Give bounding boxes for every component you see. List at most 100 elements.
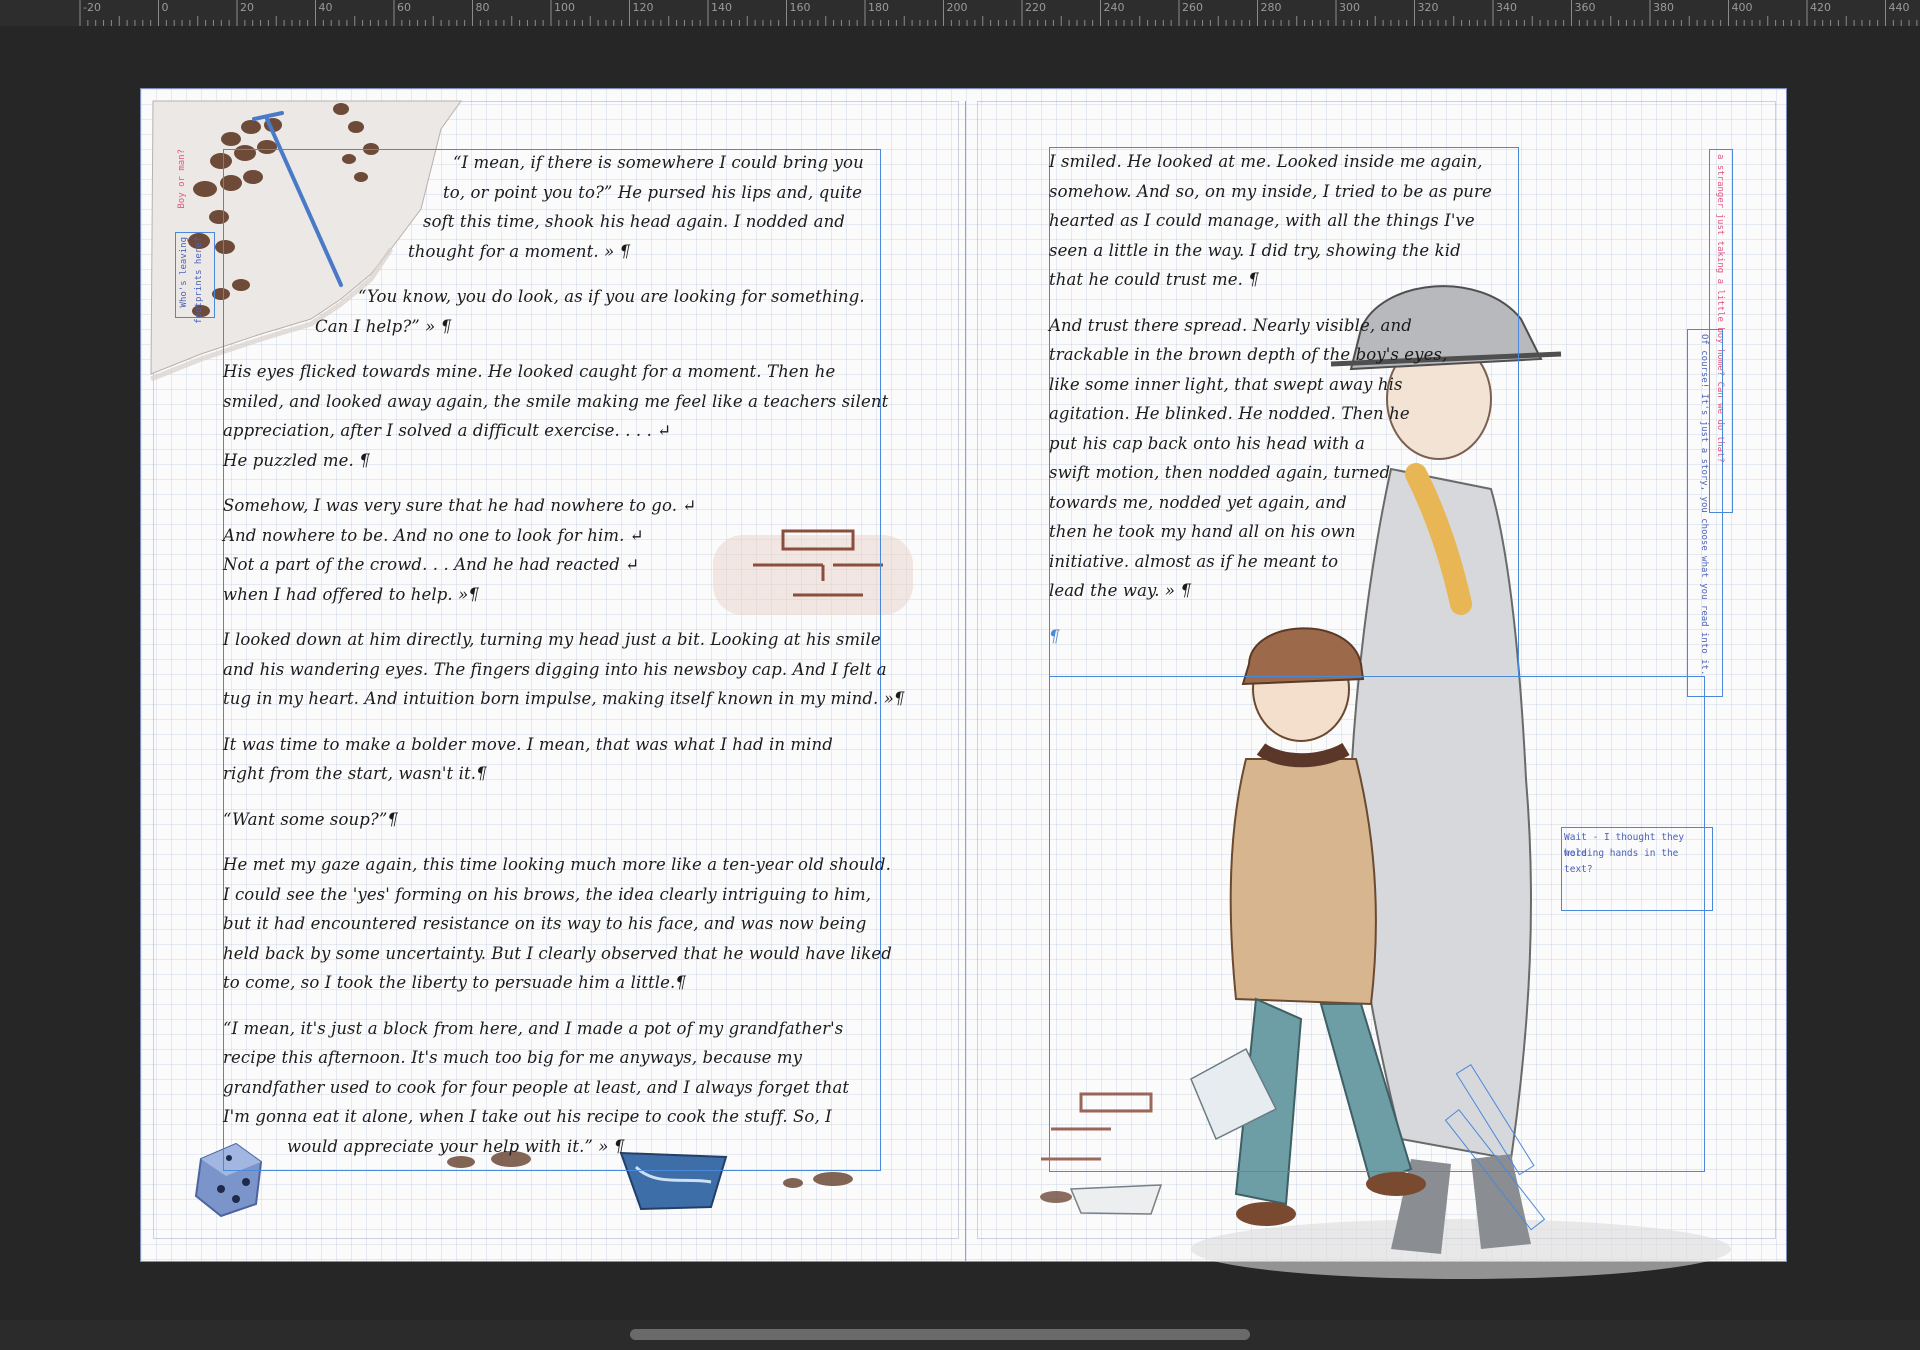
ruler-label: 280 (1260, 1, 1282, 14)
text-line: I looked down at him directly, turning m… (223, 630, 881, 649)
right-story-text[interactable]: I smiled. He looked at me. Looked inside… (1049, 147, 1529, 667)
text-line: but it had encountered resistance on its… (223, 914, 867, 933)
left-paragraph-3: His eyes flicked towards mine. He looked… (223, 357, 889, 475)
left-paragraph-8: He met my gaze again, this time looking … (223, 850, 892, 998)
text-line: towards me, nodded yet again, and (1049, 492, 1347, 512)
note-frame-of-course[interactable]: Of course! It's just a story, you choose… (1687, 329, 1723, 697)
ruler-label: 0 (161, 1, 169, 14)
ruler-label: 180 (868, 1, 889, 14)
ruler-label: -20 (83, 1, 101, 14)
ruler-label: 140 (711, 1, 732, 14)
text-line: would appreciate your help with it.” » ¶ (287, 1136, 625, 1156)
text-line: recipe this afternoon. It's much too big… (223, 1048, 803, 1067)
text-line: that he could trust me. ¶ (1049, 270, 1259, 289)
ruler-label: 120 (632, 1, 654, 14)
ruler-label: 260 (1182, 1, 1203, 14)
text-line: lead the way. » ¶ (1049, 581, 1192, 600)
text-line: swift motion, then nodded again, turned (1049, 463, 1391, 482)
text-line: trackable in the brown depth of the boy'… (1049, 345, 1448, 364)
left-paragraph-1: “I mean, if there is somewhere I could b… (223, 148, 883, 266)
text-line: somehow. And so, on my inside, I tried t… (1049, 181, 1492, 201)
text-line: “I mean, it's just a block from here, an… (223, 1018, 844, 1038)
text-line: held back by some uncertainty. But I cle… (223, 943, 892, 963)
note-whos-leaving: Who's leaving (179, 237, 189, 308)
left-paragraph-5: I looked down at him directly, turning m… (223, 625, 905, 714)
text-line: initiative. almost as if he meant to (1049, 551, 1339, 571)
note-boy-or-man[interactable]: Boy or man? (177, 149, 187, 209)
text-line: His eyes flicked towards mine. He looked… (223, 362, 836, 381)
left-paragraph-7: “Want some soup?”¶ (223, 805, 883, 835)
ruler-label: 300 (1339, 1, 1360, 14)
right-text-frame-bottom[interactable] (1049, 676, 1705, 1172)
ruler-label: 100 (554, 1, 575, 14)
text-line: right from the start, wasn't it.¶ (223, 764, 487, 783)
text-line: agitation. He blinked. He nodded. Then h… (1049, 404, 1410, 423)
text-line: And trust there spread. Nearly visible, … (1049, 315, 1412, 335)
left-paragraph-6: It was time to make a bolder move. I mea… (223, 730, 883, 789)
text-line: He met my gaze again, this time looking … (223, 855, 891, 874)
text-line: Not a part of the crowd. . . And he had … (223, 555, 640, 574)
left-paragraph-9: “I mean, it's just a block from here, an… (223, 1014, 883, 1162)
ruler-label: 320 (1417, 1, 1439, 14)
text-line: ¶ (1049, 626, 1060, 646)
newspaper-icon (1069, 1184, 1163, 1215)
text-line: “You know, you do look, as if you are lo… (358, 287, 865, 306)
ruler-label: 20 (240, 1, 254, 14)
left-paragraph-4: Somehow, I was very sure that he had now… (223, 491, 883, 609)
note-of-course-reply: Of course! It's just a story, you choose… (1699, 334, 1709, 676)
page-gutter (965, 101, 966, 1261)
text-line: seen a little in the way. I did try, sho… (1049, 240, 1461, 260)
text-line: appreciation, after I solved a difficult… (223, 421, 672, 440)
text-line: I'm gonna eat it alone, when I take out … (223, 1107, 832, 1126)
ruler-label: 200 (946, 1, 968, 14)
horizontal-scrollbar[interactable] (0, 1320, 1920, 1350)
text-line: “I mean, if there is somewhere I could b… (453, 153, 864, 172)
text-line: when I had offered to help. »¶ (223, 584, 479, 604)
text-line: He puzzled me. ¶ (223, 450, 370, 470)
document-canvas[interactable]: Boy or man? Who's leaving footprints her… (0, 26, 1920, 1320)
text-line: to come, so I took the liberty to persua… (223, 973, 686, 992)
text-line: thought for a moment. » ¶ (408, 241, 631, 261)
right-paragraph-2: And trust there spread. Nearly visible, … (1049, 311, 1529, 606)
text-line: then he took my hand all on his own (1049, 522, 1356, 541)
note-frame-footprints[interactable]: Who's leaving footprints here? (175, 232, 215, 324)
text-line: And nowhere to be. And no one to look fo… (223, 525, 644, 545)
text-line: put his cap back onto his head with a (1049, 433, 1365, 453)
text-line: Can I help?” » ¶ (315, 316, 452, 336)
note-footprints-here: footprints here? (194, 237, 204, 324)
ruler-label: 340 (1496, 1, 1517, 14)
text-line: tug in my heart. And intuition born impu… (223, 689, 905, 708)
ruler-label: 220 (1025, 1, 1046, 14)
left-paragraph-2: “You know, you do look, as if you are lo… (223, 282, 883, 341)
ruler-label: 60 (397, 1, 411, 14)
note-frame-wait[interactable]: Wait - I thought they were holding hands… (1561, 827, 1713, 911)
ruler-label: 240 (1103, 1, 1125, 14)
ruler-label: 80 (475, 1, 490, 14)
text-line: Somehow, I was very sure that he had now… (223, 496, 697, 515)
footprint-icon (1040, 1191, 1072, 1203)
text-line: grandfather used to cook for four people… (223, 1077, 850, 1097)
ruler-label: 400 (1731, 1, 1753, 14)
text-line: smiled, and looked away again, the smile… (223, 391, 889, 411)
text-line: hearted as I could manage, with all the … (1049, 211, 1475, 230)
ruler-label: 360 (1574, 1, 1596, 14)
ruler-label: 420 (1810, 1, 1831, 14)
page-spread[interactable]: Boy or man? Who's leaving footprints her… (141, 89, 1786, 1279)
text-line: and his wandering eyes. The fingers digg… (223, 659, 887, 679)
note-wait-line-2: holding hands in the text? (1564, 848, 1679, 875)
text-line: to, or point you to?” He pursed his lips… (443, 182, 863, 202)
right-paragraph-3: ¶ (1049, 622, 1529, 652)
horizontal-scrollbar-thumb[interactable] (630, 1329, 1250, 1340)
text-line: soft this time, shook his head again. I … (423, 212, 845, 231)
text-line: I smiled. He looked at me. Looked inside… (1049, 152, 1483, 171)
left-story-text[interactable]: “I mean, if there is somewhere I could b… (223, 148, 905, 1177)
text-line: I could see the 'yes' forming on his bro… (223, 884, 872, 904)
ruler-label: 380 (1653, 1, 1674, 14)
ruler-label: 40 (318, 1, 333, 14)
text-line: It was time to make a bolder move. I mea… (223, 734, 833, 754)
ruler-label: 440 (1888, 1, 1910, 14)
right-paragraph-1: I smiled. He looked at me. Looked inside… (1049, 147, 1529, 295)
text-line: “Want some soup?”¶ (223, 809, 398, 829)
horizontal-ruler[interactable]: -20 0 20 40 60 80 100 120 140 160 180 200 220 240 260 2… (0, 0, 1920, 27)
text-line: like some inner light, that swept away h… (1049, 374, 1403, 394)
